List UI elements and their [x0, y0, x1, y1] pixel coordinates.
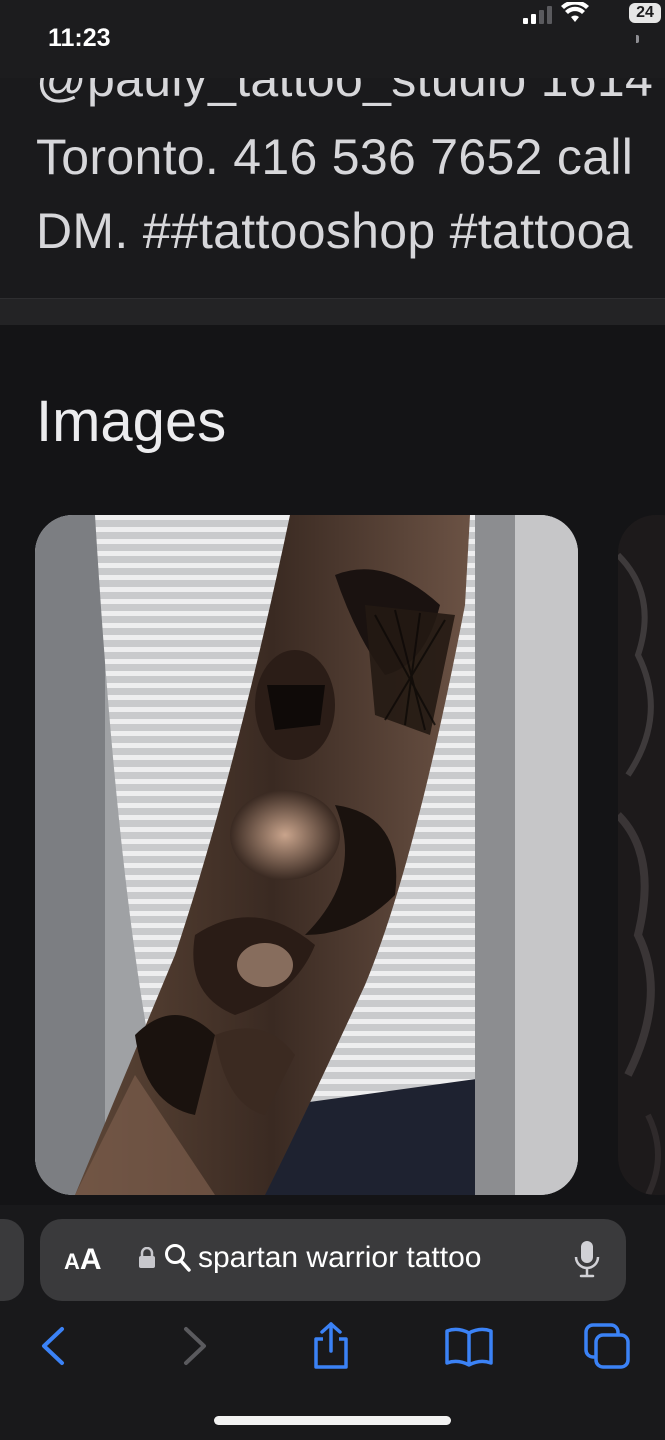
wifi-icon	[561, 2, 589, 22]
search-result-snippet[interactable]: @pauly_tattoo_studio 1614 Toronto. 416 5…	[0, 78, 665, 298]
back-button[interactable]	[30, 1321, 80, 1371]
snippet-line: DM. ##tattooshop #tattooa	[36, 203, 633, 259]
signal-icon	[523, 6, 552, 24]
battery-icon: 24	[629, 3, 661, 23]
tattoo-photo	[35, 515, 578, 1195]
tabs-icon[interactable]	[582, 1321, 632, 1371]
address-bar[interactable]: AA spartan warrior tattoo	[40, 1219, 626, 1301]
forward-button[interactable]	[168, 1321, 218, 1371]
previous-tab-preview[interactable]	[0, 1219, 24, 1301]
battery-level: 24	[636, 4, 654, 21]
share-button[interactable]	[306, 1321, 356, 1371]
snippet-line: @pauly_tattoo_studio 1614	[36, 78, 654, 107]
search-icon	[165, 1244, 191, 1272]
image-result-card-next[interactable]	[618, 515, 665, 1195]
battery-cap	[636, 35, 639, 43]
images-heading: Images	[36, 389, 227, 454]
status-bar: 11:23 24	[0, 0, 665, 78]
address-bar-query[interactable]: spartan warrior tattoo	[198, 1241, 481, 1275]
reader-aa-button[interactable]: AA	[64, 1243, 102, 1277]
status-time: 11:23	[48, 24, 111, 52]
home-indicator	[214, 1416, 451, 1425]
mic-icon[interactable]	[572, 1239, 602, 1279]
image-result-card[interactable]	[35, 515, 578, 1195]
section-divider	[0, 298, 665, 325]
snippet-line: Toronto. 416 536 7652 call	[36, 129, 634, 185]
bookmarks-icon[interactable]	[444, 1321, 494, 1371]
browser-toolbar	[0, 1305, 665, 1385]
lock-icon	[139, 1247, 155, 1268]
tattoo-photo-partial	[618, 515, 665, 1195]
